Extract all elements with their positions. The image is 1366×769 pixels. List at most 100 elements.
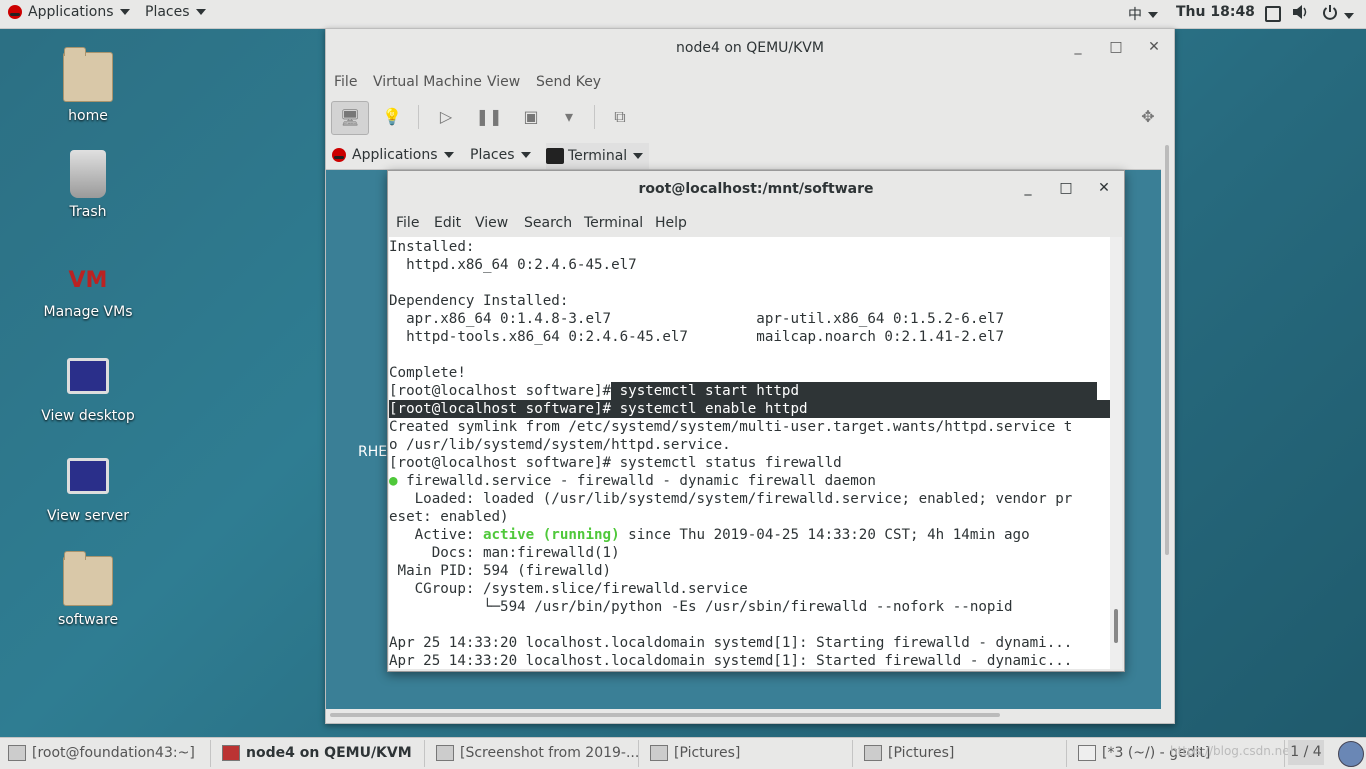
- guest-terminal-label: Terminal: [568, 148, 628, 164]
- terminal-output[interactable]: Installed: httpd.x86_64 0:2.4.6-45.el7 D…: [389, 237, 1110, 669]
- desktop-icon-label: View server: [47, 508, 129, 524]
- desktop-icon-label: software: [57, 612, 119, 628]
- maximize-icon[interactable]: □: [1056, 180, 1076, 196]
- chevron-down-icon: [520, 152, 531, 158]
- input-method-menu[interactable]: 中: [1128, 4, 1158, 24]
- power-icon[interactable]: [1322, 4, 1354, 24]
- desktop-icon-home[interactable]: home: [33, 47, 143, 124]
- bottom-taskbar: [root@foundation43:~] node4 on QEMU/KVM …: [0, 737, 1366, 769]
- desktop-icon-trash[interactable]: Trash: [33, 150, 143, 220]
- desktop-icon-label: home: [68, 108, 108, 124]
- clock[interactable]: Thu 18:48: [1176, 4, 1255, 20]
- task-label: [Screenshot from 2019-...: [460, 745, 639, 761]
- term-menu-help[interactable]: Help: [655, 215, 687, 231]
- terminal-prompt: [root@localhost software]#: [389, 401, 612, 417]
- task-terminal-foundation[interactable]: [root@foundation43:~]: [0, 740, 211, 767]
- notification-icon[interactable]: [1338, 741, 1364, 767]
- terminal-command: systemctl status firewalld: [611, 455, 842, 471]
- terminal-scrollbar[interactable]: [1110, 237, 1122, 669]
- text-editor-icon: [1078, 745, 1096, 761]
- terminal-line: Active: active (running) since Thu 2019-…: [389, 526, 1030, 544]
- guest-applications-label: Applications: [352, 147, 438, 163]
- terminal-line: Docs: man:firewalld(1): [389, 545, 620, 561]
- scrollbar-thumb[interactable]: [330, 713, 1000, 717]
- minimize-icon[interactable]: _: [1068, 39, 1088, 55]
- terminal-line: Apr 25 14:33:20 localhost.localdomain sy…: [389, 653, 1073, 669]
- guest-terminal-menu[interactable]: Terminal: [546, 143, 650, 169]
- term-menu-terminal[interactable]: Terminal: [584, 215, 643, 231]
- workspace-pager[interactable]: 1 / 4: [1288, 740, 1324, 765]
- terminal-line: eset: enabled): [389, 509, 509, 525]
- console-icon[interactable]: 🖥: [331, 101, 369, 135]
- close-icon[interactable]: ✕: [1094, 180, 1114, 196]
- menu-view[interactable]: View: [487, 74, 520, 90]
- terminal-icon: [546, 148, 564, 164]
- task-pictures-2[interactable]: [Pictures]: [856, 740, 1067, 767]
- screen-icon[interactable]: [1265, 6, 1281, 22]
- terminal-line: CGroup: /system.slice/firewalld.service: [389, 581, 748, 597]
- shutdown-icon[interactable]: ▣: [513, 101, 549, 133]
- terminal-line: httpd-tools.x86_64 0:2.4.6-45.el7 mailca…: [389, 329, 1004, 345]
- file-manager-icon: [864, 745, 882, 761]
- vm-horizontal-scrollbar[interactable]: [326, 709, 1174, 721]
- terminal-line: httpd.x86_64 0:2.4.6-45.el7: [389, 257, 637, 273]
- scrollbar-thumb[interactable]: [1165, 145, 1169, 555]
- toolbar-separator: [418, 105, 419, 129]
- task-label: node4 on QEMU/KVM: [246, 745, 412, 761]
- task-screenshot-viewer[interactable]: [Screenshot from 2019-...: [428, 740, 639, 767]
- task-label: [Pictures]: [674, 745, 741, 761]
- vm-icon: [222, 745, 240, 761]
- status-head: firewalld.service - firewalld - dynamic …: [397, 473, 876, 489]
- desktop-icon-label: Manage VMs: [43, 304, 133, 320]
- task-label: [root@foundation43:~]: [32, 745, 195, 761]
- desktop-icon-label: View desktop: [41, 408, 135, 424]
- guest-applications-menu[interactable]: Applications: [332, 147, 454, 163]
- desktop-icon-view-server[interactable]: View server: [33, 450, 143, 524]
- terminal-line: Apr 25 14:33:20 localhost.localdomain sy…: [389, 635, 1073, 651]
- scrollbar-thumb[interactable]: [1114, 609, 1118, 643]
- term-menu-search[interactable]: Search: [524, 215, 572, 231]
- term-menu-edit[interactable]: Edit: [434, 215, 461, 231]
- run-icon[interactable]: ▷: [428, 101, 464, 133]
- chevron-down-icon[interactable]: ▾: [551, 101, 587, 133]
- term-menu-file[interactable]: File: [396, 215, 419, 231]
- minimize-icon[interactable]: _: [1018, 180, 1038, 196]
- details-bulb-icon[interactable]: 💡: [374, 101, 410, 133]
- snapshot-icon[interactable]: ⧉: [602, 101, 638, 133]
- applications-menu[interactable]: Applications: [8, 4, 130, 20]
- terminal-title: root@localhost:/mnt/software: [638, 181, 874, 197]
- terminal-line: [root@localhost software]# systemctl sta…: [389, 382, 1110, 400]
- folder-icon: [63, 551, 113, 606]
- menu-virtual-machine[interactable]: Virtual Machine: [373, 74, 482, 90]
- guest-places-menu[interactable]: Places: [470, 147, 531, 163]
- vm-menubar: File Virtual Machine View Send Key: [326, 69, 1174, 97]
- terminal-line: ● firewalld.service - firewalld - dynami…: [389, 472, 876, 490]
- close-icon[interactable]: ✕: [1144, 39, 1164, 55]
- places-menu[interactable]: Places: [145, 4, 206, 20]
- menu-send-key[interactable]: Send Key: [536, 74, 601, 90]
- file-manager-icon: [650, 745, 668, 761]
- terminal-line: Dependency Installed:: [389, 293, 569, 309]
- pause-icon[interactable]: ❚❚: [471, 101, 507, 133]
- task-pictures-1[interactable]: [Pictures]: [642, 740, 853, 767]
- places-label: Places: [145, 4, 190, 20]
- terminal-line: Loaded: loaded (/usr/lib/systemd/system/…: [389, 491, 1073, 507]
- terminal-line: apr.x86_64 0:1.4.8-3.el7 apr-util.x86_64…: [389, 311, 1004, 327]
- menu-file[interactable]: File: [334, 74, 357, 90]
- desktop-icon-software[interactable]: software: [33, 551, 143, 628]
- terminal-line: Installed:: [389, 239, 475, 255]
- vm-vertical-scrollbar[interactable]: [1162, 143, 1172, 709]
- volume-icon[interactable]: [1292, 4, 1310, 24]
- terminal-menubar: File Edit View Search Terminal Help: [388, 211, 1124, 237]
- maximize-icon[interactable]: □: [1106, 39, 1126, 55]
- fullscreen-icon[interactable]: ✥: [1130, 101, 1166, 133]
- vm-toolbar: 🖥 💡 ▷ ❚❚ ▣ ▾ ⧉ ✥: [326, 97, 1174, 139]
- desktop-icon-view-desktop[interactable]: View desktop: [33, 350, 143, 424]
- desktop-icon-manage-vms[interactable]: VM Manage VMs: [33, 260, 143, 320]
- task-vm-viewer[interactable]: node4 on QEMU/KVM: [214, 740, 425, 767]
- terminal-line: [root@localhost software]# systemctl ena…: [389, 400, 1110, 418]
- term-menu-view[interactable]: View: [475, 215, 508, 231]
- home-folder-icon: [63, 47, 113, 102]
- terminal-line: Main PID: 594 (firewalld): [389, 563, 612, 579]
- redhat-logo-icon: [8, 5, 22, 19]
